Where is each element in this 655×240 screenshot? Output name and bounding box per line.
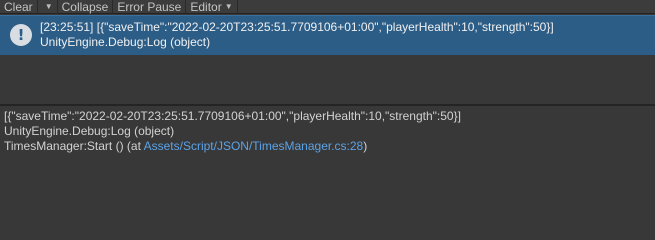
- detail-stack-line-1: UnityEngine.Debug:Log (object): [4, 124, 175, 138]
- detail-stack-prefix: TimesManager:Start () (at: [4, 139, 144, 153]
- log-entry-message: [23:25:51] [{"saveTime":"2022-02-20T23:2…: [40, 20, 554, 34]
- clear-label: Clear: [4, 0, 33, 14]
- detail-stack-line-2: TimesManager:Start () (at Assets/Script/…: [4, 139, 367, 153]
- detail-stack-suffix: ): [363, 139, 368, 153]
- collapse-label: Collapse: [61, 0, 109, 14]
- info-icon: !: [10, 24, 32, 46]
- detail-message: [{"saveTime":"2022-02-20T23:25:51.770910…: [4, 109, 461, 123]
- log-list[interactable]: ! [23:25:51] [{"saveTime":"2022-02-20T23…: [0, 15, 655, 59]
- log-entry-row[interactable]: ! [23:25:51] [{"saveTime":"2022-02-20T23…: [0, 15, 655, 55]
- log-detail-panel: [{"saveTime":"2022-02-20T23:25:51.770910…: [0, 106, 655, 221]
- error-pause-label: Error Pause: [117, 0, 182, 14]
- clear-options-dropdown[interactable]: ▼: [38, 0, 58, 14]
- log-entry-text: [{"saveTime":"2022-02-20T23:25:51.770910…: [96, 20, 554, 34]
- error-pause-toggle[interactable]: Error Pause: [113, 0, 187, 14]
- editor-dropdown[interactable]: Editor ▼: [186, 0, 238, 14]
- log-entry-timestamp: [23:25:51]: [40, 20, 94, 34]
- chevron-down-icon: ▼: [44, 2, 53, 11]
- collapse-toggle[interactable]: Collapse: [58, 0, 114, 14]
- editor-label: Editor: [190, 0, 222, 14]
- script-file-link[interactable]: Assets/Script/JSON/TimesManager.cs:28: [144, 139, 364, 153]
- clear-button[interactable]: Clear: [0, 0, 38, 14]
- chevron-down-icon: ▼: [224, 2, 233, 11]
- log-entry-source: UnityEngine.Debug:Log (object): [40, 35, 211, 49]
- console-toolbar: Clear ▼ Collapse Error Pause Editor ▼: [0, 0, 655, 14]
